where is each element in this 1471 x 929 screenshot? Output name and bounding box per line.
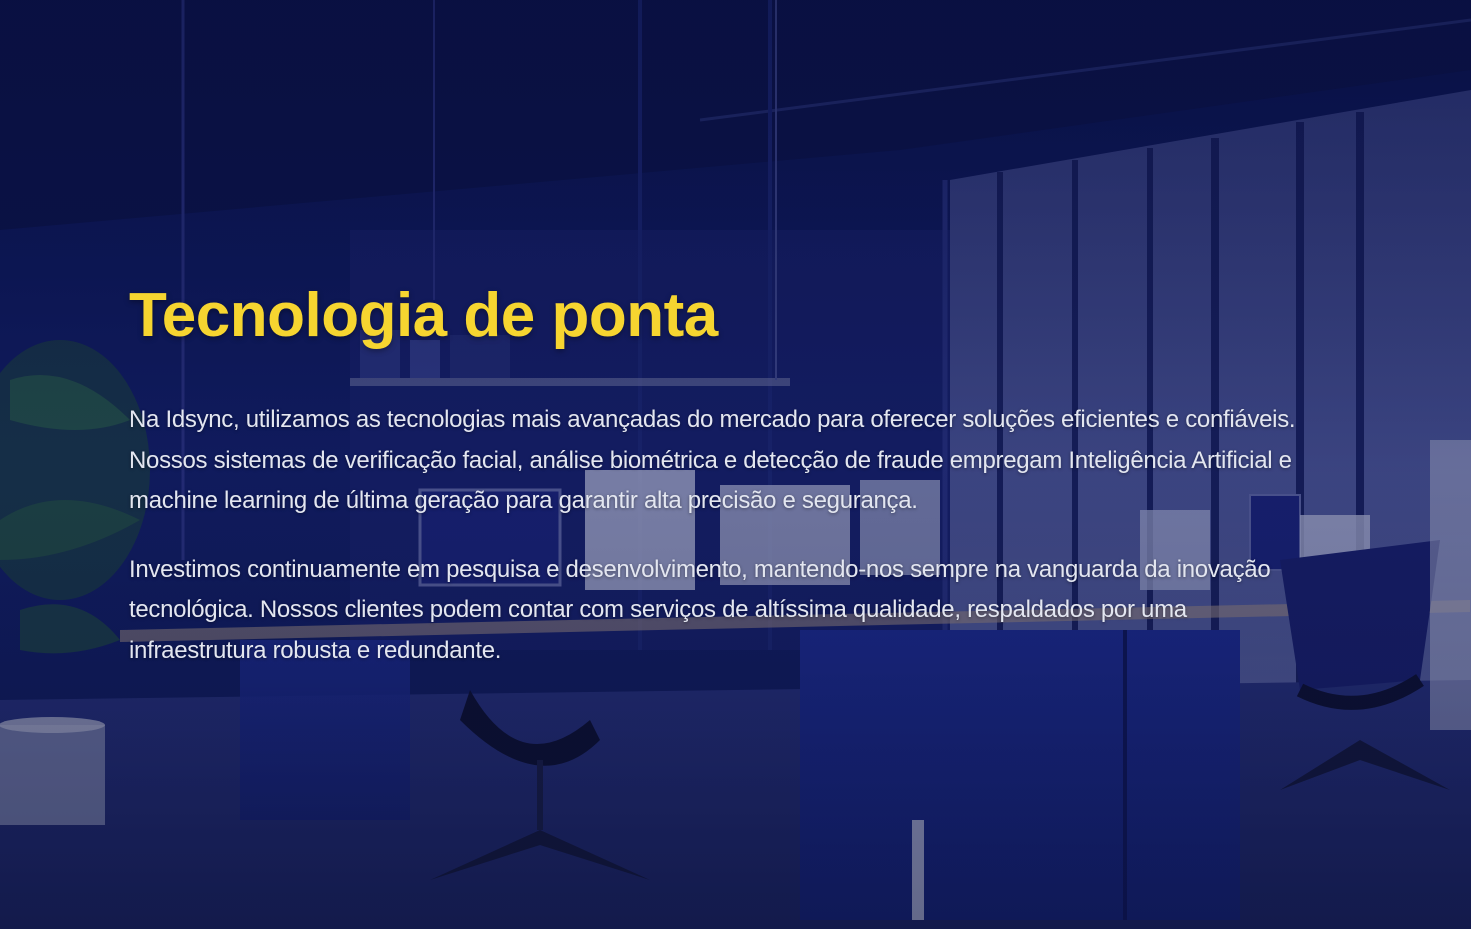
text-content: Tecnologia de ponta Na Idsync, utilizamo… <box>129 278 1319 699</box>
section-title: Tecnologia de ponta <box>129 281 718 350</box>
paragraph-investment: Investimos continuamente em pesquisa e d… <box>129 555 1271 664</box>
paragraph-intro: Na Idsync, utilizamos as tecnologias mai… <box>129 406 1296 514</box>
technology-section: Tecnologia de ponta Na Idsync, utilizamo… <box>0 0 1471 929</box>
